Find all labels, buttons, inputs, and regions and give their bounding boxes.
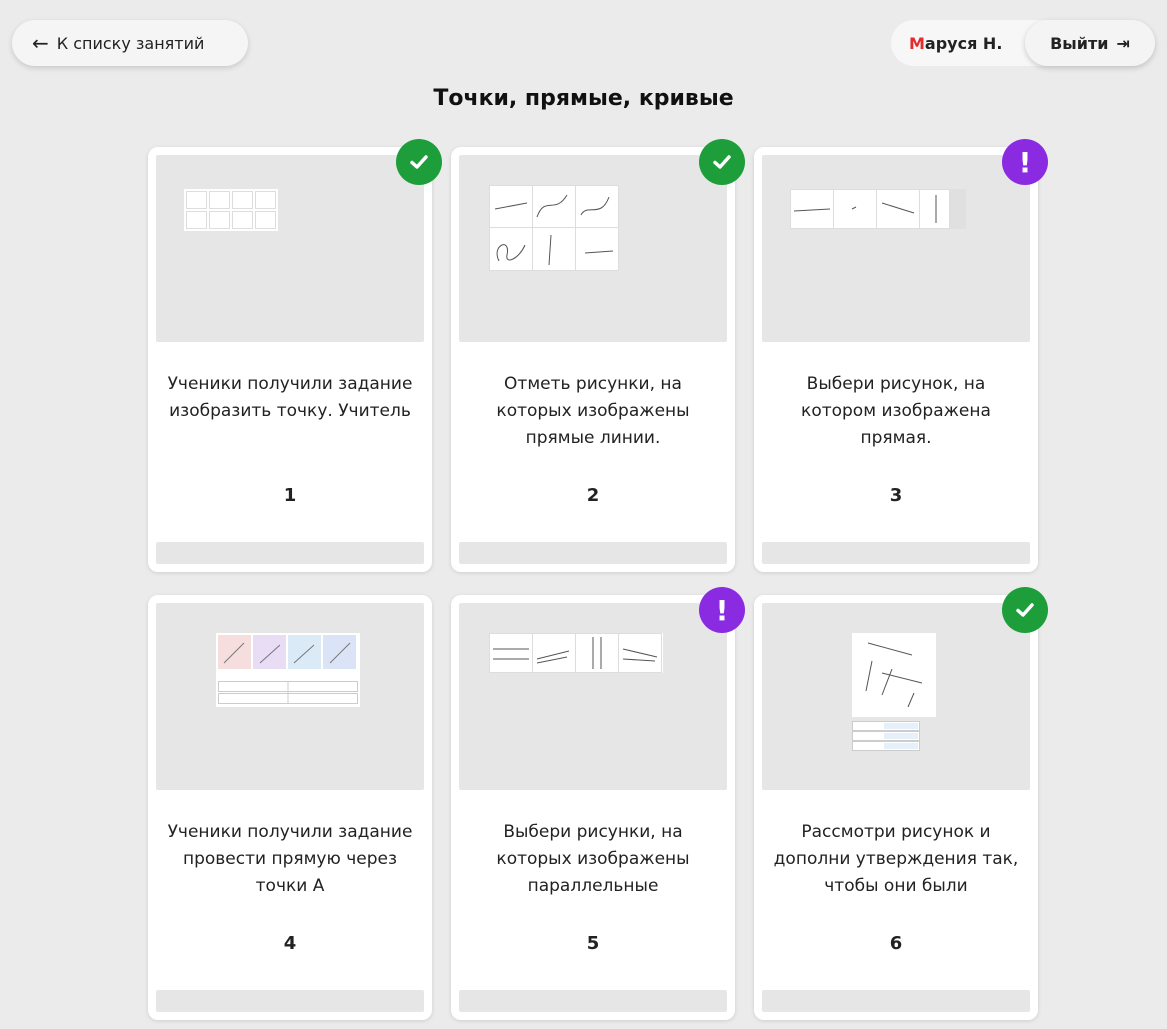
preview-image (184, 189, 278, 231)
task-number: 4 (283, 933, 297, 954)
task-card-6[interactable]: Рассмотри рисунок и дополни утверждения … (754, 587, 1048, 1020)
back-label: К списку занятий (56, 33, 205, 53)
task-number: 5 (586, 933, 600, 954)
checkmark-icon (396, 139, 442, 185)
task-text: Выбери рисунки, на которых изображены па… (496, 822, 690, 896)
task-number: 6 (889, 933, 903, 954)
logout-icon: ⇥ (1116, 33, 1130, 53)
task-preview-1 (156, 155, 424, 342)
task-grid: Ученики получили задание изобразить точк… (148, 139, 1048, 1020)
card-footer (156, 542, 424, 564)
task-preview-5 (459, 603, 727, 790)
task-preview-3 (762, 155, 1030, 342)
card-footer (762, 990, 1030, 1012)
checkmark-icon (699, 139, 745, 185)
card-footer (459, 542, 727, 564)
preview-image (489, 633, 663, 673)
task-text: Выбери рисунок, на котором изображена пр… (801, 374, 991, 448)
task-number: 2 (586, 485, 600, 506)
exclamation-icon: ! (699, 587, 745, 633)
task-text: Рассмотри рисунок и дополни утверждения … (773, 822, 1019, 896)
task-card-1[interactable]: Ученики получили задание изобразить точк… (148, 139, 442, 572)
task-text: Отметь рисунки, на которых изображены пр… (496, 374, 690, 448)
task-text: Ученики получили задание изобразить точк… (167, 374, 413, 421)
user-name: Маруся Н. (909, 33, 1003, 53)
preview-image (489, 185, 619, 271)
task-preview-4 (156, 603, 424, 790)
task-number: 1 (283, 485, 297, 506)
task-number: 3 (889, 485, 903, 506)
preview-image (216, 633, 360, 707)
card-footer (762, 542, 1030, 564)
arrow-left-icon: ← (32, 31, 49, 55)
task-preview-6 (762, 603, 1030, 790)
task-preview-2 (459, 155, 727, 342)
user-panel: Маруся Н. Выйти ⇥ (891, 20, 1155, 66)
task-card-4[interactable]: Ученики получили задание провести прямую… (148, 595, 432, 1020)
logout-label: Выйти (1050, 33, 1109, 53)
preview-image (852, 633, 936, 717)
exclamation-icon: ! (1002, 139, 1048, 185)
preview-image (790, 189, 966, 229)
checkmark-icon (1002, 587, 1048, 633)
card-footer (459, 990, 727, 1012)
task-card-5[interactable]: Выбери рисунки, на которых изображены па… (451, 587, 745, 1020)
back-to-lessons-button[interactable]: ← К списку занятий (12, 20, 248, 66)
task-card-3[interactable]: Выбери рисунок, на котором изображена пр… (754, 139, 1048, 572)
card-footer (156, 990, 424, 1012)
logout-button[interactable]: Выйти ⇥ (1025, 20, 1155, 66)
task-text: Ученики получили задание провести прямую… (167, 822, 413, 896)
preview-table (852, 721, 920, 751)
task-card-2[interactable]: Отметь рисунки, на которых изображены пр… (451, 139, 745, 572)
page-title: Точки, прямые, кривые (433, 86, 734, 111)
